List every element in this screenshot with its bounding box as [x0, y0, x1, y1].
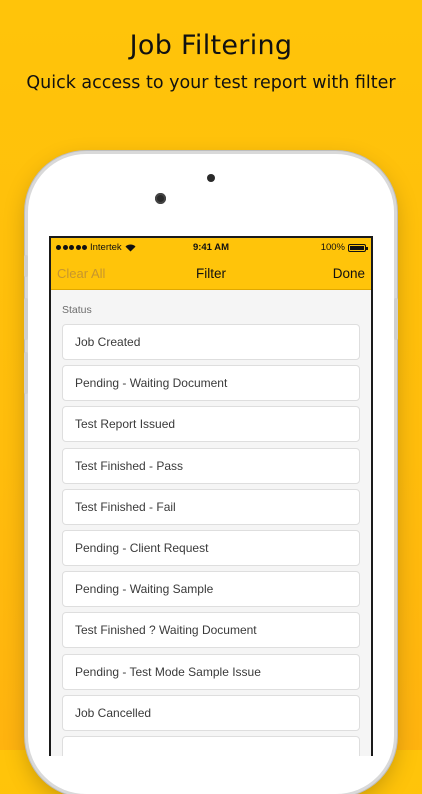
phone-power-button: [394, 298, 398, 340]
phone-camera: [155, 193, 166, 204]
done-button[interactable]: Done: [333, 266, 365, 281]
status-option-test-finished-fail[interactable]: Test Finished - Fail: [62, 488, 360, 525]
status-option-test-finished-waiting-document[interactable]: Test Finished ? Waiting Document: [62, 612, 360, 649]
status-option-job-created[interactable]: Job Created: [62, 324, 360, 360]
status-option-test-finished-pass[interactable]: Test Finished - Pass: [62, 447, 360, 484]
battery-percent: 100%: [320, 242, 345, 253]
phone-volume-down: [24, 352, 28, 394]
status-filter-list: Job Created Pending - Waiting Document T…: [62, 324, 360, 756]
nav-bar: Clear All Filter Done: [51, 258, 371, 290]
status-option-job-cancelled[interactable]: Job Cancelled: [62, 694, 360, 731]
phone-volume-up: [24, 298, 28, 340]
promo-subtitle: Quick access to your test report with fi…: [26, 73, 396, 93]
status-right: 100%: [320, 242, 368, 253]
page-title: Filter: [196, 266, 226, 281]
status-option-pending-test-mode-sample-issue[interactable]: Pending - Test Mode Sample Issue: [62, 653, 360, 690]
status-option-partial[interactable]: [62, 735, 360, 756]
status-option-pending-waiting-document[interactable]: Pending - Waiting Document: [62, 365, 360, 402]
phone-mute-switch: [24, 255, 28, 277]
status-bar: Intertek 9:41 AM 100%: [51, 238, 371, 258]
promo-title: Job Filtering: [129, 30, 293, 61]
phone-screen: Intertek 9:41 AM 100% Clear All Filter D…: [49, 236, 373, 756]
battery-icon: [348, 243, 368, 252]
section-label-status: Status: [62, 304, 92, 316]
status-option-pending-client-request[interactable]: Pending - Client Request: [62, 529, 360, 566]
status-option-pending-waiting-sample[interactable]: Pending - Waiting Sample: [62, 571, 360, 608]
status-option-test-report-issued[interactable]: Test Report Issued: [62, 406, 360, 443]
phone-sensor: [207, 174, 215, 182]
